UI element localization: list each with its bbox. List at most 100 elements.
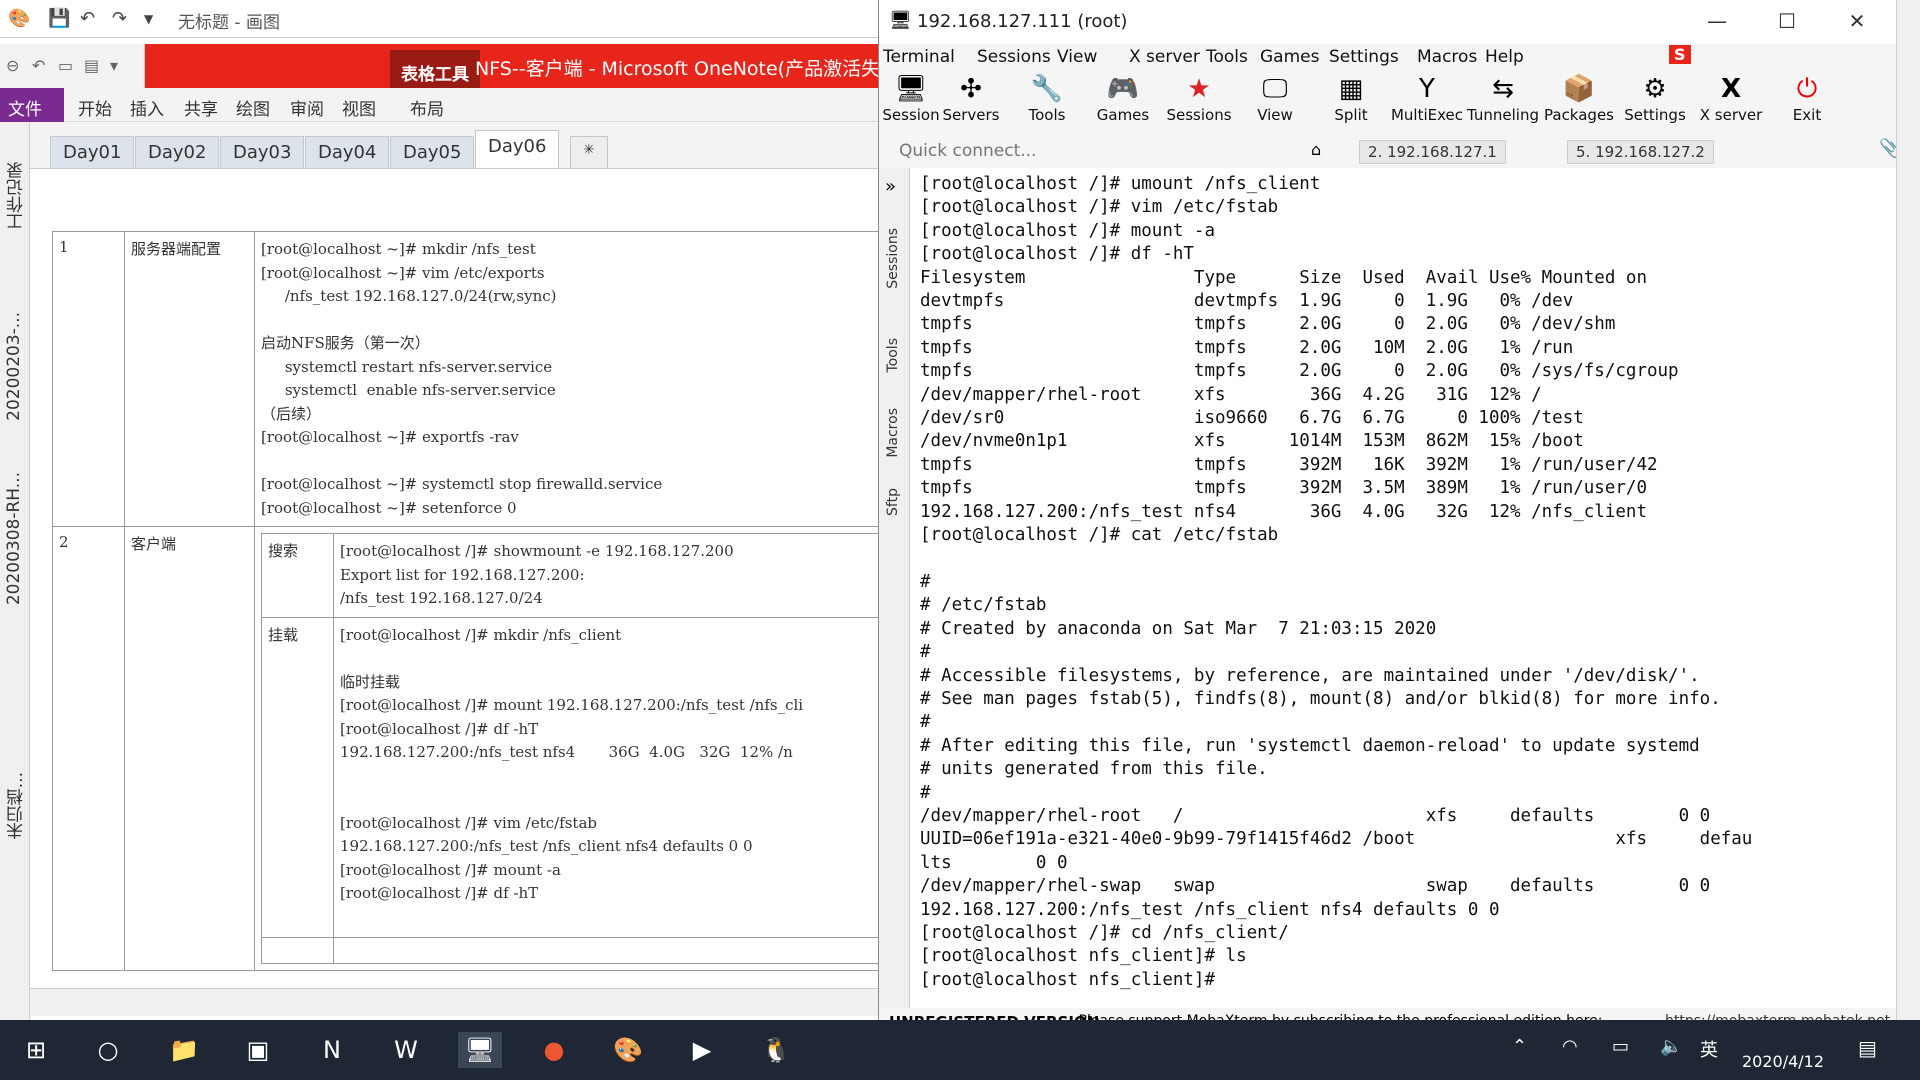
server-config-code[interactable]: [root@localhost ~]# mkdir /nfs_test [roo…	[261, 238, 880, 520]
camera-icon[interactable]: ▶	[680, 1032, 724, 1068]
qat-dropdown-icon[interactable]: ▼	[144, 12, 153, 26]
section-tab-day06[interactable]: Day06	[475, 130, 560, 168]
search-code[interactable]: [root@localhost /]# showmount -e 192.168…	[340, 540, 880, 611]
ribbon-tab-share[interactable]: 共享	[184, 95, 218, 120]
collapse-icon[interactable]: »	[885, 176, 896, 197]
games-button[interactable]: 🎮 Games	[1085, 72, 1161, 124]
menu-terminal[interactable]: Terminal	[883, 47, 955, 67]
save-icon[interactable]: 💾	[48, 8, 70, 29]
ribbon-tab-review[interactable]: 审阅	[290, 95, 324, 120]
notebook-work-log[interactable]: 工作记录	[4, 162, 29, 230]
table-row	[261, 936, 880, 964]
view-button[interactable]: 🖵 View	[1237, 72, 1313, 124]
exit-button[interactable]: ⏻ Exit	[1769, 72, 1845, 124]
menu-games[interactable]: Games	[1260, 47, 1319, 67]
menu-x-server[interactable]: X server	[1129, 47, 1200, 67]
multiexec-button[interactable]: Y MultiExec	[1389, 72, 1465, 124]
servers-button[interactable]: ✣ Servers	[933, 72, 1009, 124]
page-icon[interactable]: ▭	[58, 56, 73, 75]
menu-help[interactable]: Help	[1485, 47, 1524, 67]
undo-icon[interactable]: ↶	[32, 56, 45, 75]
new-section-icon[interactable]: ✳	[570, 136, 608, 168]
menu-macros[interactable]: Macros	[1417, 47, 1477, 67]
network-icon[interactable]: ◠	[1562, 1036, 1578, 1057]
browser-icon[interactable]: ●	[532, 1032, 576, 1068]
packages-button[interactable]: 📦 Packages	[1541, 72, 1617, 124]
side-tab-strip: » Sessions Tools Macros Sftp	[879, 168, 909, 1020]
mobaxterm-app-icon: 🖥	[889, 10, 912, 31]
ribbon-tab-draw[interactable]: 绘图	[236, 95, 270, 120]
ribbon-tab-layout[interactable]: 布局	[410, 95, 444, 120]
row-label: 服务器端配置	[124, 231, 255, 527]
horizontal-scrollbar[interactable]	[30, 988, 880, 1016]
onenote-window-title: NFS--客户端 - Microsoft OneNote(产品激活失败	[475, 58, 900, 80]
mobaxterm-window: 🖥 192.168.127.111 (root) — ☐ ✕ Terminal …	[878, 0, 1920, 1036]
terminal-pane[interactable]: [root@localhost /]# umount /nfs_client […	[909, 168, 1905, 1020]
word-icon[interactable]: W	[384, 1032, 428, 1068]
session-tab-5[interactable]: 5. 192.168.127.2	[1567, 140, 1714, 164]
menu-tools[interactable]: Tools	[1206, 47, 1248, 67]
side-tab-macros[interactable]: Macros	[885, 408, 901, 458]
section-tab-day03[interactable]: Day03	[220, 136, 305, 168]
side-tab-tools[interactable]: Tools	[885, 338, 901, 373]
start-icon[interactable]: ⊞	[14, 1032, 58, 1068]
tools-button[interactable]: 🔧 Tools	[1009, 72, 1085, 124]
tray-chevron-icon[interactable]: ⌃	[1512, 1036, 1527, 1057]
view-icon: 🖵	[1262, 74, 1288, 104]
notification-icon[interactable]: ▤	[1858, 1036, 1877, 1060]
tunneling-button[interactable]: ⇆ Tunneling	[1465, 72, 1541, 124]
undo-icon[interactable]: ↶	[80, 8, 95, 29]
onenote-ribbon: 文件 开始 插入 共享 绘图 审阅 视图 布局	[0, 88, 880, 122]
volume-icon[interactable]: 🔈	[1660, 1036, 1682, 1057]
tunneling-icon: ⇆	[1492, 74, 1514, 104]
maximize-icon[interactable]: ☐	[1772, 9, 1802, 33]
battery-icon[interactable]: ▭	[1612, 1036, 1629, 1057]
settings-button[interactable]: ⚙ Settings	[1617, 72, 1693, 124]
notebook-20200308[interactable]: 20200308-RH...	[4, 472, 24, 605]
search-icon[interactable]: ○	[86, 1032, 130, 1068]
back-icon[interactable]: ⊖	[6, 56, 19, 75]
notebook-20200203[interactable]: 20200203-...	[4, 312, 24, 421]
section-tab-day01[interactable]: Day01	[50, 136, 135, 168]
qq-icon[interactable]: 🐧	[754, 1032, 798, 1068]
terminal-output[interactable]: [root@localhost /]# umount /nfs_client […	[920, 173, 1752, 992]
ribbon-tab-view[interactable]: 视图	[342, 95, 376, 120]
redo-icon[interactable]: ↷	[112, 8, 127, 29]
side-tab-sessions[interactable]: Sessions	[885, 228, 901, 289]
ribbon-tab-home[interactable]: 开始	[78, 95, 112, 120]
session-tab-2[interactable]: 2. 192.168.127.1	[1359, 140, 1506, 164]
notebook-unfiled[interactable]: 未归档...	[4, 772, 29, 839]
layout-icon[interactable]: ▤	[84, 56, 99, 75]
paint-icon[interactable]: 🎨	[606, 1032, 650, 1068]
quick-connect-row: ⌂ 2. 192.168.127.1 5. 192.168.127.2 📎	[879, 134, 1920, 168]
menu-settings[interactable]: Settings	[1329, 47, 1399, 67]
sessions-button[interactable]: ★ Sessions	[1161, 72, 1237, 124]
ime-icon[interactable]: S	[1669, 45, 1691, 64]
close-icon[interactable]: ✕	[1842, 9, 1872, 33]
more-icon[interactable]: ▾	[110, 56, 118, 75]
mobaxterm-taskbar-icon[interactable]: 🖥	[458, 1032, 502, 1068]
table-tools-tab[interactable]: 表格工具	[390, 50, 480, 88]
ime-indicator[interactable]: 英	[1700, 1036, 1718, 1062]
xserver-button[interactable]: XX server	[1693, 72, 1769, 124]
onenote-title-bar: ⊖ ↶ ▭ ▤ ▾ 表格工具 NFS--客户端 - Microsoft OneN…	[0, 44, 899, 88]
ribbon-tab-file[interactable]: 文件	[0, 88, 64, 122]
split-button[interactable]: ▦ Split	[1313, 72, 1389, 124]
menu-sessions[interactable]: Sessions	[977, 47, 1051, 67]
taskbar-date[interactable]: 2020/4/12	[1742, 1052, 1824, 1071]
section-tab-day04[interactable]: Day04	[305, 136, 390, 168]
section-tab-day05[interactable]: Day05	[390, 136, 475, 168]
minimize-icon[interactable]: —	[1702, 9, 1732, 33]
quick-connect-input[interactable]	[897, 138, 1277, 164]
app-red-icon[interactable]: ▣	[236, 1032, 280, 1068]
section-tab-day02[interactable]: Day02	[135, 136, 220, 168]
side-tab-sftp[interactable]: Sftp	[885, 488, 901, 516]
mount-code[interactable]: [root@localhost /]# mkdir /nfs_client 临时…	[340, 624, 880, 906]
multiexec-icon: Y	[1419, 74, 1435, 104]
ribbon-tab-insert[interactable]: 插入	[130, 95, 164, 120]
menu-view[interactable]: View	[1057, 47, 1097, 67]
home-icon[interactable]: ⌂	[1311, 140, 1321, 159]
onenote-icon[interactable]: N	[310, 1032, 354, 1068]
nfs-notes-table: 1 服务器端配置 [root@localhost ~]# mkdir /nfs_…	[52, 231, 880, 971]
file-explorer-icon[interactable]: 📁	[162, 1032, 206, 1068]
